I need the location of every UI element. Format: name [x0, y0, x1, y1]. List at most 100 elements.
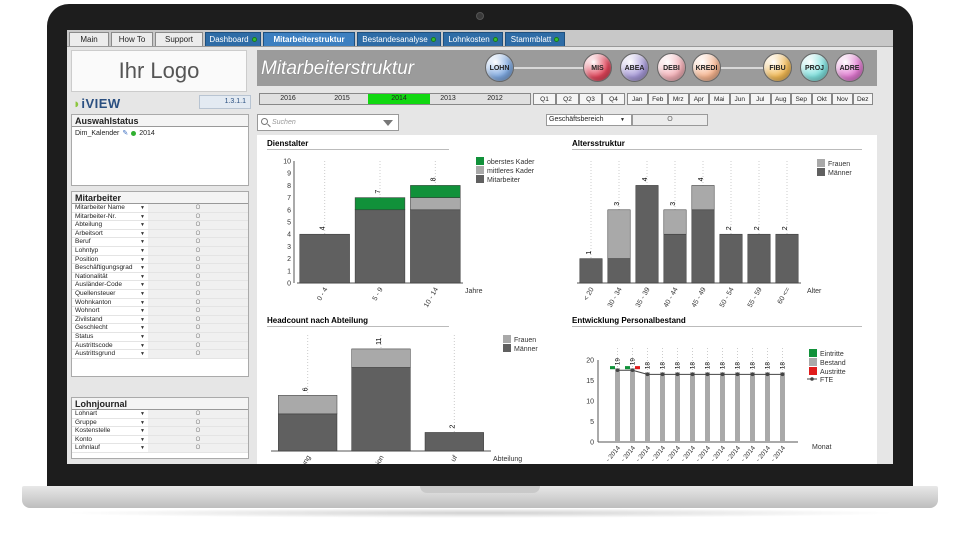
lohnjournal-field-value[interactable]: O	[148, 418, 248, 427]
bar-segment[interactable]	[354, 209, 406, 284]
bar-segment[interactable]	[410, 185, 461, 198]
data-point[interactable]	[735, 372, 740, 377]
geschaeftsbereich-value[interactable]: O	[632, 114, 708, 126]
month-sep[interactable]: Sep	[791, 93, 812, 105]
dropdown-icon[interactable]: ▼	[140, 427, 148, 435]
month-jan[interactable]: Jan	[627, 93, 648, 105]
month-apr[interactable]: Apr	[688, 93, 709, 105]
dropdown-icon[interactable]: ▼	[140, 316, 148, 324]
module-button-mis[interactable]: MIS	[583, 53, 612, 82]
mitarbeiter-field-value[interactable]: O	[148, 212, 248, 221]
dropdown-icon[interactable]: ▼	[140, 264, 148, 272]
bar-segment[interactable]	[635, 366, 640, 370]
bar-segment[interactable]	[660, 372, 665, 442]
mitarbeiter-field-row[interactable]: Mitarbeiter Name ▼ O	[72, 204, 248, 213]
year-2012[interactable]: 2012	[478, 94, 512, 104]
dropdown-icon[interactable]: ▼	[140, 290, 148, 298]
quarter-q1[interactable]: Q1	[533, 93, 556, 105]
mitarbeiter-field-row[interactable]: Geschlecht ▼ O	[72, 324, 248, 333]
lohnjournal-field-value[interactable]: O	[148, 410, 248, 418]
dropdown-icon[interactable]: ▼	[140, 410, 148, 418]
dropdown-icon[interactable]: ▼	[140, 238, 148, 246]
lohnjournal-field-row[interactable]: Lohnart ▼ O	[72, 410, 248, 419]
data-point[interactable]	[780, 372, 785, 377]
tab-how-to[interactable]: How To	[111, 32, 153, 46]
lohnjournal-field-value[interactable]: O	[148, 427, 248, 435]
quarter-q4[interactable]: Q4	[602, 93, 625, 105]
dropdown-icon[interactable]: ▼	[140, 213, 148, 221]
data-point[interactable]	[615, 368, 620, 373]
mitarbeiter-field-row[interactable]: Austrittscode ▼ O	[72, 341, 248, 351]
mitarbeiter-field-value[interactable]: O	[148, 238, 248, 246]
bar-segment[interactable]	[610, 366, 615, 370]
mitarbeiter-field-value[interactable]: O	[148, 332, 248, 341]
month-dez[interactable]: Dez	[852, 93, 873, 105]
tab-lohnkosten[interactable]: Lohnkosten	[443, 32, 503, 46]
mitarbeiter-field-row[interactable]: Beschäftigungsgrad ▼ O	[72, 264, 248, 273]
mitarbeiter-field-row[interactable]: Status ▼ O	[72, 332, 248, 342]
month-aug[interactable]: Aug	[770, 93, 791, 105]
lohnjournal-field-value[interactable]: O	[148, 444, 248, 452]
search-input[interactable]: Suchen	[257, 114, 399, 131]
bar-segment[interactable]	[579, 258, 603, 284]
lohnjournal-field-row[interactable]: Konto ▼ O	[72, 435, 248, 445]
mitarbeiter-field-row[interactable]: Lohntyp ▼ O	[72, 246, 248, 256]
module-button-kredi[interactable]: KREDI	[692, 53, 721, 82]
dropdown-icon[interactable]: ▼	[140, 324, 148, 332]
dropdown-icon[interactable]: ▼	[140, 221, 148, 229]
mitarbeiter-field-value[interactable]: O	[148, 204, 248, 212]
bar-segment[interactable]	[750, 372, 755, 442]
mitarbeiter-field-value[interactable]: O	[148, 246, 248, 255]
bar-segment[interactable]	[780, 372, 785, 442]
mitarbeiter-field-value[interactable]: O	[148, 281, 248, 289]
dropdown-icon[interactable]: ▼	[140, 419, 148, 427]
tab-main[interactable]: Main	[69, 32, 109, 46]
lohnjournal-field-row[interactable]: Lohnlauf ▼ O	[72, 444, 248, 453]
data-point[interactable]	[630, 368, 635, 373]
module-button-abea[interactable]: ABEA	[620, 53, 649, 82]
bar-segment[interactable]	[735, 372, 740, 442]
dropdown-icon[interactable]: ▼	[140, 299, 148, 307]
status-line[interactable]: Dim_Kalender ✎ 2014	[72, 127, 248, 139]
mitarbeiter-field-value[interactable]: O	[148, 307, 248, 315]
quarter-q2[interactable]: Q2	[556, 93, 579, 105]
lohnjournal-field-row[interactable]: Gruppe ▼ O	[72, 418, 248, 428]
mitarbeiter-field-value[interactable]: O	[148, 298, 248, 307]
mitarbeiter-field-value[interactable]: O	[148, 264, 248, 272]
mitarbeiter-field-value[interactable]: O	[148, 272, 248, 281]
month-nov[interactable]: Nov	[832, 93, 853, 105]
module-button-debi[interactable]: DEBI	[657, 53, 686, 82]
data-point[interactable]	[705, 372, 710, 377]
bar-segment[interactable]	[663, 209, 687, 235]
bar-segment[interactable]	[635, 185, 659, 284]
data-point[interactable]	[690, 372, 695, 377]
bar-segment[interactable]	[775, 233, 799, 284]
bar-segment[interactable]	[351, 348, 411, 368]
mitarbeiter-field-row[interactable]: Ausländer-Code ▼ O	[72, 281, 248, 290]
data-point[interactable]	[645, 372, 650, 377]
month-okt[interactable]: Okt	[811, 93, 832, 105]
bar-segment[interactable]	[663, 233, 687, 284]
year-2016[interactable]: 2016	[268, 94, 308, 104]
bar-segment[interactable]	[645, 372, 650, 442]
mitarbeiter-field-value[interactable]: O	[148, 221, 248, 229]
mitarbeiter-field-row[interactable]: Position ▼ O	[72, 255, 248, 265]
mitarbeiter-field-row[interactable]: Arbeitsort ▼ O	[72, 229, 248, 239]
module-button-proj[interactable]: PROJ	[800, 53, 829, 82]
lohnjournal-field-row[interactable]: Kostenstelle ▼ O	[72, 427, 248, 436]
bar-segment[interactable]	[424, 432, 484, 452]
data-point[interactable]	[660, 372, 665, 377]
mitarbeiter-field-row[interactable]: Abteilung ▼ O	[72, 221, 248, 230]
mitarbeiter-field-value[interactable]: O	[148, 229, 248, 238]
mitarbeiter-field-row[interactable]: Beruf ▼ O	[72, 238, 248, 247]
mitarbeiter-field-row[interactable]: Wohnkanton ▼ O	[72, 298, 248, 308]
dropdown-icon[interactable]: ▼	[140, 333, 148, 341]
dropdown-icon[interactable]: ▼	[140, 230, 148, 238]
mitarbeiter-field-value[interactable]: O	[148, 341, 248, 350]
quarter-q3[interactable]: Q3	[579, 93, 602, 105]
mitarbeiter-field-row[interactable]: Austrittsgrund ▼ O	[72, 350, 248, 359]
mitarbeiter-field-row[interactable]: Mitarbeiter-Nr. ▼ O	[72, 212, 248, 222]
mitarbeiter-field-value[interactable]: O	[148, 289, 248, 298]
bar-segment[interactable]	[607, 209, 631, 259]
month-mai[interactable]: Mai	[709, 93, 730, 105]
